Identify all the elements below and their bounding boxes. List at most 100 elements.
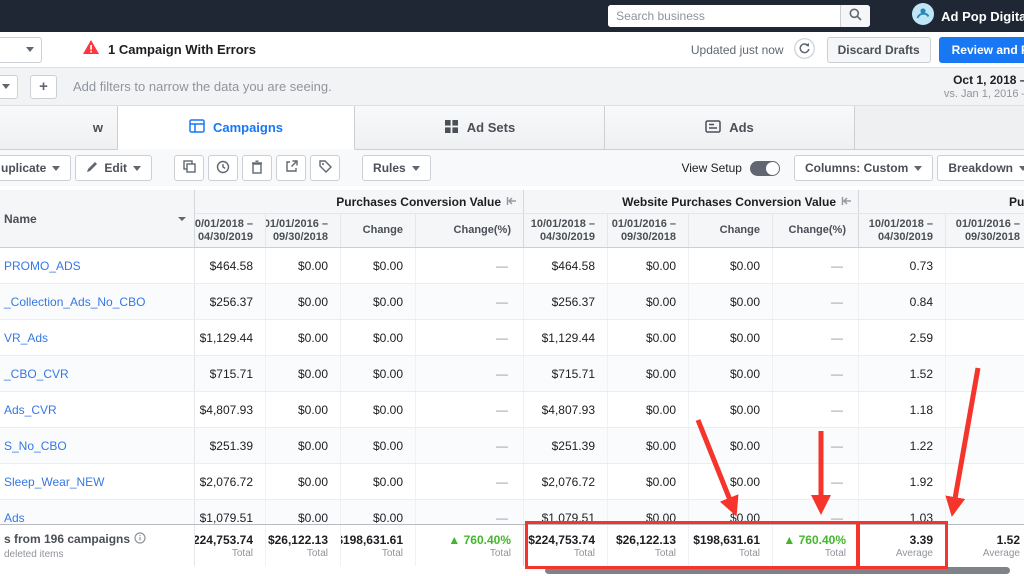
- toolbar: uplicate Edit Rul: [0, 150, 1024, 186]
- value-cell: —: [772, 428, 858, 463]
- table-row[interactable]: _CBO_CVR $715.71 $0.00 $0.00 — $715.71 $…: [0, 356, 1024, 392]
- column-header[interactable]: 10/01/2018 –04/30/2019: [195, 214, 265, 247]
- dropdown-caret-icon: [412, 166, 420, 171]
- column-header[interactable]: Change(%): [415, 214, 523, 247]
- value-cell: $0.00: [688, 464, 772, 499]
- column-header[interactable]: 01/01/2016 –09/30/2018: [945, 214, 1024, 247]
- name-column-header[interactable]: Name: [0, 190, 195, 247]
- campaign-name-link[interactable]: PROMO_ADS: [4, 259, 81, 273]
- value-cell: $0.00: [265, 464, 340, 499]
- topbar: Ad Pop Digital: [0, 0, 1024, 32]
- tab-campaigns[interactable]: Campaigns: [118, 106, 355, 150]
- column-header[interactable]: 01/01/2016 –09/30/2018: [607, 214, 688, 247]
- horizontal-scrollbar[interactable]: [0, 566, 1024, 576]
- campaign-name-link[interactable]: Ads: [4, 511, 25, 525]
- account-logo-icon: [912, 3, 934, 30]
- search-input[interactable]: [608, 5, 840, 27]
- rules-button[interactable]: Rules: [362, 155, 431, 181]
- ads-icon: [705, 120, 721, 136]
- trash-icon: [251, 160, 263, 177]
- table-row[interactable]: Sleep_Wear_NEW $2,076.72 $0.00 $0.00 — $…: [0, 464, 1024, 500]
- column-group-header[interactable]: Website Purchases Conversion Value: [523, 190, 858, 213]
- value-cell: —: [772, 392, 858, 427]
- value-cell: $1,079.51: [195, 500, 265, 524]
- export-button[interactable]: [276, 155, 306, 181]
- add-filter-button[interactable]: +: [30, 75, 57, 99]
- campaign-name-link[interactable]: _CBO_CVR: [4, 367, 69, 381]
- review-publish-button[interactable]: Review and P: [939, 37, 1024, 63]
- table-row[interactable]: _Collection_Ads_No_CBO $256.37 $0.00 $0.…: [0, 284, 1024, 320]
- campaign-name-link[interactable]: Sleep_Wear_NEW: [4, 475, 105, 489]
- campaign-name-link[interactable]: _Collection_Ads_No_CBO: [4, 295, 145, 309]
- table-row[interactable]: S_No_CBO $251.39 $0.00 $0.00 — $251.39 $…: [0, 428, 1024, 464]
- column-header[interactable]: Change: [340, 214, 415, 247]
- value-cell: 1.52: [858, 356, 945, 391]
- total-cell: $26,122.13Total: [265, 525, 340, 566]
- info-icon[interactable]: [134, 532, 146, 547]
- tag-icon: [319, 160, 332, 176]
- value-cell: $715.71: [523, 356, 607, 391]
- search-button[interactable]: [840, 5, 870, 27]
- campaign-name-cell: VR_Ads: [0, 320, 195, 355]
- value-cell: $0.00: [688, 320, 772, 355]
- date-range-picker[interactable]: Oct 1, 2018 – A vs. Jan 1, 2016 – S: [944, 73, 1024, 100]
- dropdown-caret-icon: [914, 166, 922, 171]
- value-cell: $1,129.44: [195, 320, 265, 355]
- value-cell: 1.03: [858, 500, 945, 524]
- copy-button[interactable]: [174, 155, 204, 181]
- column-group-header[interactable]: Purchases Conversion Value: [195, 190, 523, 213]
- table-row[interactable]: PROMO_ADS $464.58 $0.00 $0.00 — $464.58 …: [0, 248, 1024, 284]
- filter-type-dropdown[interactable]: [0, 75, 18, 99]
- column-header[interactable]: 10/01/2018 –04/30/2019: [523, 214, 607, 247]
- table-row[interactable]: Ads_CVR $4,807.93 $0.00 $0.00 — $4,807.9…: [0, 392, 1024, 428]
- campaign-name-link[interactable]: Ads_CVR: [4, 403, 57, 417]
- column-header[interactable]: 10/01/2018 –04/30/2019: [858, 214, 945, 247]
- value-cell: $2,076.72: [195, 464, 265, 499]
- campaign-selector-dropdown[interactable]: [0, 37, 42, 63]
- columns-button[interactable]: Columns: Custom: [794, 155, 933, 181]
- refresh-button[interactable]: [794, 38, 815, 62]
- column-header[interactable]: Change(%): [772, 214, 858, 247]
- delete-button[interactable]: [242, 155, 272, 181]
- campaign-errors-alert[interactable]: 1 Campaign With Errors: [82, 39, 256, 60]
- value-cell: —: [772, 284, 858, 319]
- history-button[interactable]: [208, 155, 238, 181]
- value-cell: $0.00: [340, 500, 415, 524]
- value-cell: —: [415, 428, 523, 463]
- value-cell: —: [415, 392, 523, 427]
- discard-drafts-button[interactable]: Discard Drafts: [827, 37, 931, 63]
- column-group-header[interactable]: Pur: [858, 190, 1024, 213]
- tabs-filler: [855, 106, 1024, 150]
- group-label: Purchases Conversion Value: [336, 195, 501, 209]
- total-cell: $26,122.13Total: [607, 525, 688, 566]
- duplicate-button[interactable]: uplicate: [0, 155, 71, 181]
- column-header[interactable]: 01/01/2016 –09/30/2018: [265, 214, 340, 247]
- campaign-name-link[interactable]: VR_Ads: [4, 331, 48, 345]
- value-cell: 1.92: [858, 464, 945, 499]
- value-cell: $0.00: [265, 392, 340, 427]
- tab-overview[interactable]: w: [0, 106, 118, 150]
- value-cell: $0.00: [340, 284, 415, 319]
- value-cell: $0.00: [340, 320, 415, 355]
- dropdown-caret-icon: [2, 84, 10, 89]
- horizontal-scrollbar-thumb[interactable]: [545, 567, 1010, 574]
- ads-manager-screen: { "colors": { "accent": "#1877f2", "link…: [0, 0, 1024, 576]
- campaign-name-link[interactable]: S_No_CBO: [4, 439, 67, 453]
- value-cell: —: [415, 500, 523, 524]
- tab-ad-sets[interactable]: Ad Sets: [355, 106, 605, 150]
- account-menu[interactable]: Ad Pop Digital: [912, 3, 1024, 30]
- table-row[interactable]: Ads $1,079.51 $0.00 $0.00 — $1,079.51 $0…: [0, 500, 1024, 524]
- column-header[interactable]: Change: [688, 214, 772, 247]
- totals-summary-subtext: deleted items: [4, 549, 194, 560]
- table-row[interactable]: VR_Ads $1,129.44 $0.00 $0.00 — $1,129.44…: [0, 320, 1024, 356]
- campaign-name-cell: _Collection_Ads_No_CBO: [0, 284, 195, 319]
- value-cell: 2.59: [858, 320, 945, 355]
- tag-button[interactable]: [310, 155, 340, 181]
- edit-button[interactable]: Edit: [75, 155, 152, 181]
- breakdown-button[interactable]: Breakdown: [937, 155, 1024, 181]
- tab-ads[interactable]: Ads: [605, 106, 855, 150]
- view-setup-toggle[interactable]: [750, 161, 780, 176]
- value-cell: $0.00: [607, 248, 688, 283]
- pencil-icon: [86, 161, 98, 176]
- value-cell: —: [415, 248, 523, 283]
